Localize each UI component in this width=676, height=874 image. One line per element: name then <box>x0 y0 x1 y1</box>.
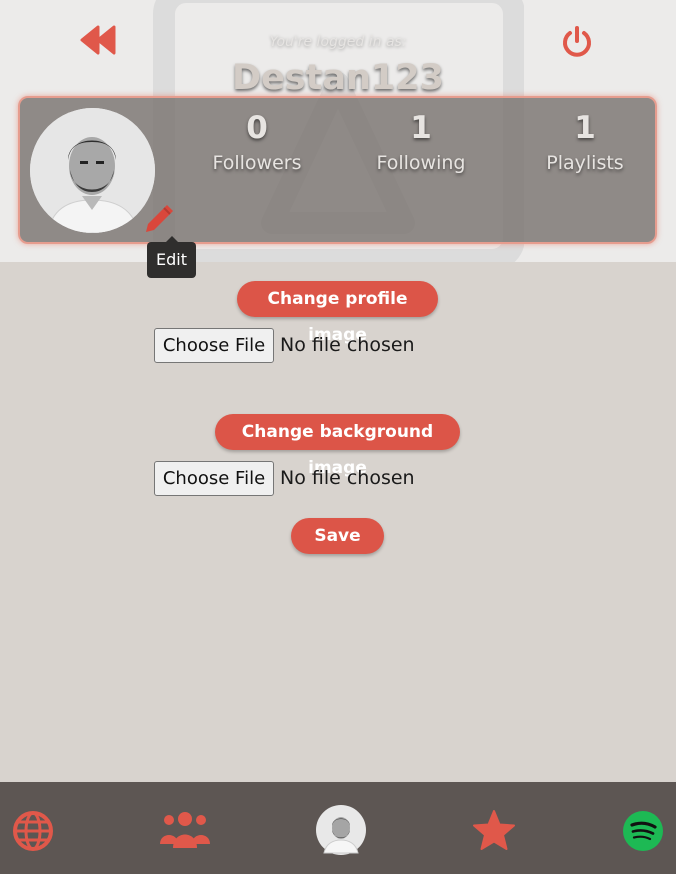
users-icon <box>160 812 210 848</box>
save-button[interactable]: Save <box>291 518 384 554</box>
following-count: 1 <box>410 110 432 146</box>
playlists-label: Playlists <box>546 152 624 174</box>
avatar-photo <box>30 108 155 233</box>
profile-avatar <box>316 805 366 855</box>
pencil-icon <box>146 205 173 232</box>
nav-explore[interactable] <box>12 810 54 856</box>
choose-file-button[interactable]: Choose File <box>154 461 274 496</box>
followers-count: 0 <box>246 110 268 146</box>
edit-tooltip: Edit <box>147 236 196 278</box>
nav-favorites[interactable] <box>472 809 516 855</box>
nav-friends[interactable] <box>158 810 212 854</box>
profile-header: You're logged in as: Destan123 0 Followe… <box>0 0 676 262</box>
following-stat[interactable]: 1 Following <box>361 98 481 174</box>
profile-avatar <box>30 108 155 233</box>
username: Destan123 <box>232 58 444 98</box>
file-status-text: No file chosen <box>280 334 415 356</box>
nav-profile[interactable] <box>316 805 366 859</box>
nav-spotify[interactable] <box>623 811 663 855</box>
followers-label: Followers <box>212 152 302 174</box>
change-background-image-button[interactable]: Change background image <box>215 414 460 478</box>
change-profile-image-button[interactable]: Change profile image <box>237 281 438 345</box>
followers-stat[interactable]: 0 Followers <box>197 98 317 174</box>
playlists-count: 1 <box>574 110 596 146</box>
edit-avatar-button[interactable] <box>143 202 175 238</box>
file-status-text: No file chosen <box>280 467 415 489</box>
logged-in-label: You're logged in as: <box>269 34 407 50</box>
globe-icon <box>13 811 53 851</box>
playlists-stat[interactable]: 1 Playlists <box>525 98 645 174</box>
star-icon <box>473 810 515 850</box>
following-label: Following <box>376 152 466 174</box>
spotify-icon <box>623 811 663 851</box>
bottom-navigation <box>0 782 676 874</box>
choose-file-button[interactable]: Choose File <box>154 328 274 363</box>
